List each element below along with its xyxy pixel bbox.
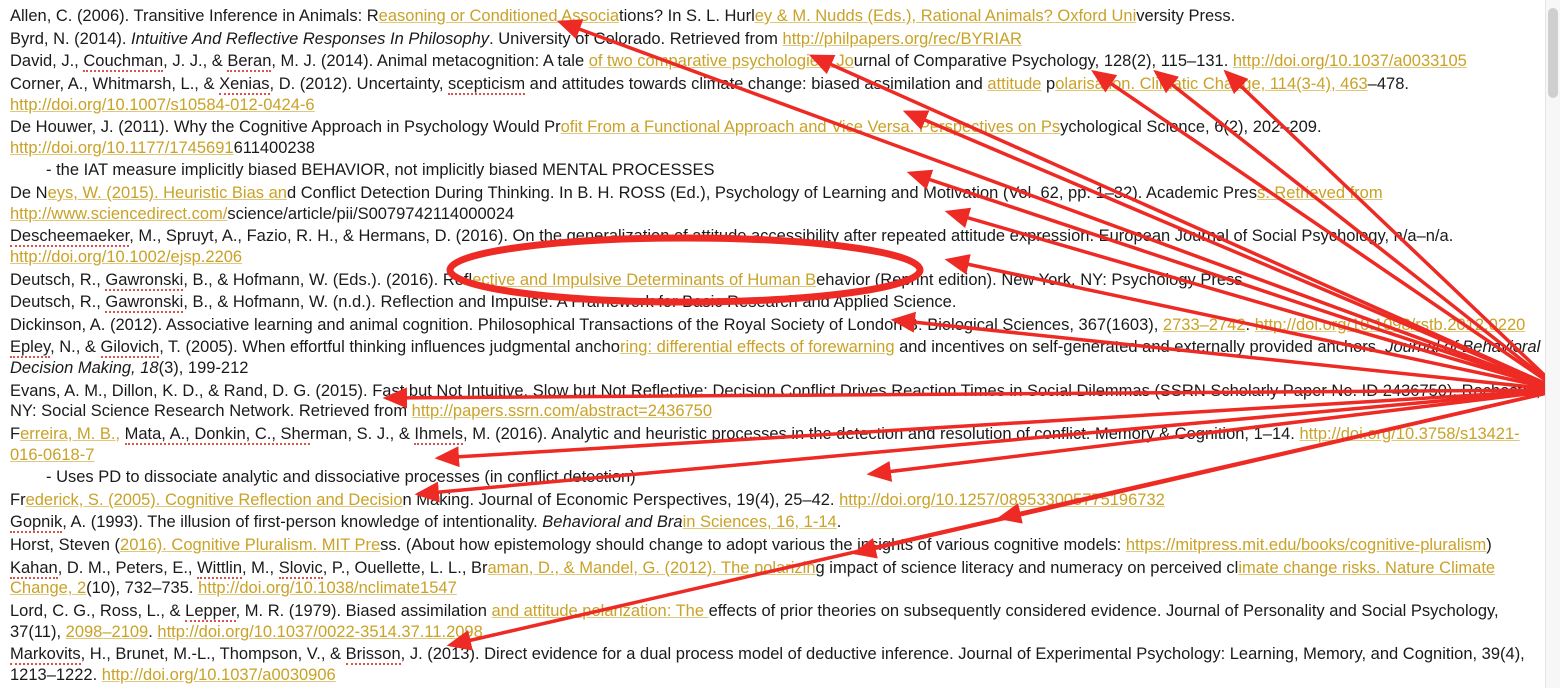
hyperlink[interactable]: 10.1007/s10584-012-0424-6 bbox=[106, 96, 314, 114]
spellcheck-underline: Xenias bbox=[219, 75, 269, 95]
hyperlink[interactable]: http://doi.org/10.3758/ bbox=[1299, 425, 1460, 443]
reference-entry: Dickinson, A. (2012). Associative learni… bbox=[10, 315, 1550, 336]
hyperlink[interactable]: http://doi.org/10.1257/08953300577519673… bbox=[839, 491, 1165, 509]
hyperlink[interactable]: http://doi.org/ bbox=[10, 248, 106, 266]
hyperlink[interactable]: http://doi.org/ bbox=[10, 96, 106, 114]
reference-entry: Horst, Steven (2016). Cognitive Pluralis… bbox=[10, 535, 1550, 556]
spellcheck-underline: Ihmels bbox=[414, 425, 463, 445]
spellcheck-underline: Descheemaeker bbox=[10, 227, 129, 247]
reference-entry: De Houwer, J. (2011). Why the Cognitive … bbox=[10, 117, 1550, 158]
hyperlink[interactable]: 2 bbox=[77, 579, 86, 597]
reference-entry: Byrd, N. (2014). Intuitive And Reflectiv… bbox=[10, 29, 1550, 50]
hyperlink[interactable]: http://doi.org/10.1038/nclimate1547 bbox=[198, 579, 457, 597]
hyperlink[interactable]: ofit From a Functional Approach and Vice… bbox=[561, 118, 1061, 136]
reference-note: - Uses PD to dissociate analytic and dis… bbox=[10, 467, 1550, 488]
spellcheck-underline: Couchman bbox=[83, 52, 163, 72]
spellcheck-underline: Gopnik bbox=[10, 513, 62, 533]
reference-entry: Descheemaeker, M., Spruyt, A., Fazio, R.… bbox=[10, 226, 1550, 267]
hyperlink[interactable]: in Sciences, 16, 1-14 bbox=[683, 513, 837, 531]
spellcheck-underline: scepticism bbox=[448, 75, 525, 95]
scrollbar-thumb[interactable] bbox=[1548, 8, 1558, 98]
spellcheck-underline: Epley bbox=[10, 338, 50, 358]
reference-entry: Ferreira, M. B., Mata, A., Donkin, C., S… bbox=[10, 424, 1550, 465]
spellcheck-underline: Markovits bbox=[10, 645, 81, 665]
spellcheck-underline: Gawronski bbox=[105, 271, 183, 291]
hyperlink[interactable]: http://doi.org/10.1037/a0033105 bbox=[1233, 52, 1467, 70]
hyperlink[interactable]: ective and Impulsive Determinants of Hum… bbox=[472, 271, 816, 289]
reference-entry: Deutsch, R., Gawronski, B., & Hofmann, W… bbox=[10, 292, 1550, 313]
hyperlink[interactable]: 2016). Cognitive Pluralism. MIT Pre bbox=[120, 536, 380, 554]
reference-entry: Markovits, H., Brunet, M.-L., Thompson, … bbox=[10, 644, 1550, 685]
spellcheck-underline: Gilovich bbox=[101, 338, 160, 358]
reference-entry: David, J., Couchman, J. J., & Beran, M. … bbox=[10, 51, 1550, 72]
hyperlink[interactable]: http://doi.org/10.1037/0022-3514.37.11.2… bbox=[157, 623, 482, 641]
spellcheck-underline: Beran bbox=[227, 52, 271, 72]
spellcheck-underline: Lepper bbox=[185, 602, 235, 622]
italic-text: Intuitive And Reflective Responses In Ph… bbox=[131, 30, 489, 48]
hyperlink[interactable]: and attitude polarization: The bbox=[491, 602, 708, 620]
hyperlink[interactable]: http://doi.org/10.1037/a0030906 bbox=[102, 666, 336, 684]
hyperlink[interactable]: http://doi.org/10.1098/rstb.2012.0220 bbox=[1255, 316, 1526, 334]
reference-entry: Evans, A. M., Dillon, K. D., & Rand, D. … bbox=[10, 381, 1550, 422]
reference-entry: Epley, N., & Gilovich, T. (2005). When e… bbox=[10, 337, 1550, 378]
hyperlink[interactable]: erreira, M. B., bbox=[20, 425, 120, 443]
hyperlink[interactable]: of two comparative psychologies. Jo bbox=[589, 52, 854, 70]
hyperlink[interactable]: http://papers.ssrn.com/abstract=2436750 bbox=[412, 402, 712, 420]
hyperlink[interactable]: ring: differential effects of forewarnin… bbox=[620, 338, 895, 356]
hyperlink[interactable]: aman, D., & Mandel, G. (2012). The polar… bbox=[488, 559, 816, 577]
reference-note: - the IAT measure implicitly biased BEHA… bbox=[10, 160, 1550, 181]
reference-list: Allen, C. (2006). Transitive Inference i… bbox=[0, 0, 1560, 688]
reference-entry: Gopnik, A. (1993). The illusion of first… bbox=[10, 512, 1550, 533]
reference-entry: Deutsch, R., Gawronski, B., & Hofmann, W… bbox=[10, 270, 1550, 291]
reference-entry: Kahan, D. M., Peters, E., Wittlin, M., S… bbox=[10, 558, 1550, 599]
spellcheck-underline: Gawronski bbox=[105, 293, 183, 313]
scrollbar-track[interactable] bbox=[1545, 0, 1560, 688]
spellcheck-underline: Slovic bbox=[279, 559, 323, 579]
hyperlink[interactable]: easoning or Conditioned Associa bbox=[379, 7, 619, 25]
spellcheck-underline: Brisson bbox=[346, 645, 401, 665]
reference-entry: Frederick, S. (2005). Cognitive Reflecti… bbox=[10, 490, 1550, 511]
reference-entry: Corner, A., Whitmarsh, L., & Xenias, D. … bbox=[10, 74, 1550, 115]
hyperlink[interactable]: ederick, S. (2005). Cognitive Reflection… bbox=[26, 491, 403, 509]
spellcheck-underline: Mata, A., Donkin, C., She bbox=[125, 425, 310, 445]
hyperlink[interactable]: ey & M. Nudds (Eds.), Rational Animals? … bbox=[755, 7, 1136, 25]
italic-text: Behavioral and Bra bbox=[542, 513, 682, 531]
hyperlink[interactable]: https://mitpress.mit.edu/books/cognitive… bbox=[1126, 536, 1486, 554]
hyperlink[interactable]: 2098–2109 bbox=[66, 623, 149, 641]
hyperlink[interactable]: 10.1002/ejsp.2206 bbox=[106, 248, 242, 266]
hyperlink[interactable]: http://philpapers.org/rec/BYRIAR bbox=[783, 30, 1022, 48]
hyperlink[interactable]: 10.1177/1745691 bbox=[106, 139, 233, 157]
hyperlink[interactable]: www.sciencedirect.com/ bbox=[51, 205, 227, 223]
hyperlink[interactable]: attitude bbox=[987, 75, 1041, 93]
spellcheck-underline: Wittlin bbox=[197, 559, 242, 579]
hyperlink[interactable]: eys, W. (2015). Heuristic Bias an bbox=[48, 184, 287, 202]
reference-entry: Lord, C. G., Ross, L., & Lepper, M. R. (… bbox=[10, 601, 1550, 642]
reference-entry: De Neys, W. (2015). Heuristic Bias and C… bbox=[10, 183, 1550, 224]
hyperlink[interactable]: http://doi.org/ bbox=[10, 139, 106, 157]
reference-entry: Allen, C. (2006). Transitive Inference i… bbox=[10, 6, 1550, 27]
hyperlink[interactable]: olarisation. Climatic Change, 114(3-4), … bbox=[1055, 75, 1367, 93]
hyperlink[interactable]: 2733–2742 bbox=[1163, 316, 1246, 334]
spellcheck-underline: Kahan bbox=[10, 559, 58, 579]
